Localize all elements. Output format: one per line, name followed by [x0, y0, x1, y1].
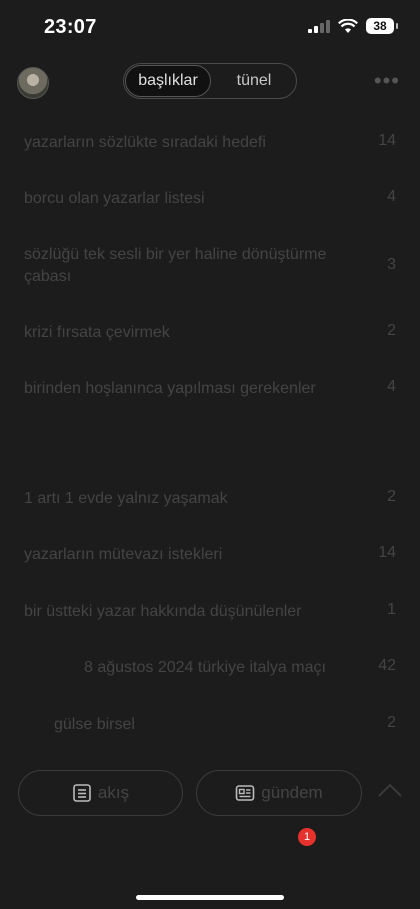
- entry-count: 42: [378, 657, 396, 674]
- topic-title: bir üstteki yazar hakkında düşünülenler: [24, 603, 302, 620]
- entry-count: 14: [378, 132, 396, 149]
- topic-title: gülse birsel: [54, 716, 135, 733]
- home-indicator: [136, 895, 284, 900]
- entry-count: 2: [387, 322, 396, 339]
- entry-count: 2: [387, 714, 396, 731]
- topic-title: krizi fırsata çevirmek: [24, 324, 170, 341]
- entry-count: 14: [378, 544, 396, 561]
- feed-label: akış: [97, 783, 130, 802]
- entry-count: 4: [387, 188, 396, 205]
- topic-title: yazarların sözlükte sıradaki hedefi: [24, 134, 266, 151]
- topic-title: birinden hoşlanınca yapılması gerekenler: [24, 380, 316, 397]
- notification-badge: 1: [298, 828, 316, 846]
- entry-count: 4: [387, 378, 396, 395]
- avatar[interactable]: [17, 67, 49, 99]
- topic-title: 1 artı 1 evde yalnız yaşamak: [24, 490, 228, 507]
- wifi-icon: [338, 18, 358, 33]
- status-icons: 38: [308, 18, 398, 34]
- status-time: 23:07: [44, 16, 97, 38]
- agenda-label: gündem: [261, 783, 323, 802]
- topic-title: sözlüğü tek sesli bir yer haline dönüştü…: [24, 246, 327, 285]
- top-bar: başlıklar tünel •••: [0, 60, 420, 104]
- status-bar: 23:07 38: [0, 0, 420, 56]
- topic-title: yazarların mütevazı istekleri: [24, 546, 223, 563]
- topic-title: 8 ağustos 2024 türkiye italya maçı: [84, 659, 326, 676]
- battery-icon: 38: [366, 18, 398, 34]
- agenda-button[interactable]: gündem: [196, 770, 362, 816]
- tab-tunnel[interactable]: tünel: [212, 64, 296, 98]
- list-icon: [73, 784, 91, 802]
- entry-count: 2: [387, 488, 396, 505]
- newspaper-icon: [235, 785, 255, 801]
- entry-count: 3: [387, 256, 396, 273]
- more-options-icon[interactable]: •••: [374, 68, 400, 94]
- section-switcher: başlıklar tünel: [123, 63, 297, 99]
- scroll-top-icon[interactable]: [377, 782, 403, 798]
- feed-button[interactable]: akış: [18, 770, 183, 816]
- entry-count: 1: [387, 601, 396, 618]
- tab-topics[interactable]: başlıklar: [125, 65, 211, 97]
- topic-title: borcu olan yazarlar listesi: [24, 190, 205, 207]
- signal-icon: [308, 20, 330, 33]
